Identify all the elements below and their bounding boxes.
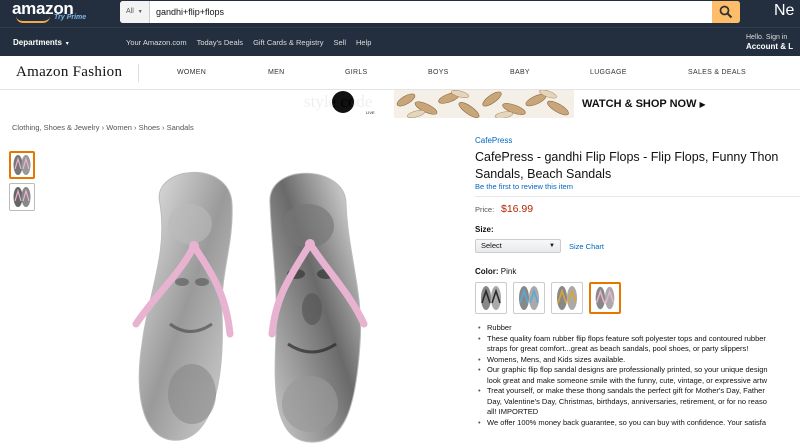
fashion-tab-baby[interactable]: BABY bbox=[510, 69, 530, 76]
header-right-text[interactable]: Ne bbox=[774, 2, 794, 20]
size-dropdown-value: Select bbox=[481, 241, 502, 250]
thumbnail-1[interactable] bbox=[9, 151, 35, 179]
search-button[interactable] bbox=[712, 1, 740, 23]
account-label: Account & L bbox=[746, 42, 794, 51]
feature-bullet: Womens, Mens, and Kids sizes available. bbox=[475, 355, 800, 366]
fashion-tab-girls[interactable]: GIRLS bbox=[345, 69, 368, 76]
top-bar: amazon Try Prime All ▼ Ne bbox=[0, 0, 800, 27]
thumbnail-2[interactable] bbox=[9, 183, 35, 211]
flip-flop-swatch-image bbox=[481, 286, 501, 310]
price-value: $16.99 bbox=[501, 203, 534, 215]
breadcrumb-item[interactable]: Women bbox=[106, 123, 132, 132]
chevron-down-icon: ▾ bbox=[64, 41, 69, 47]
feature-bullet: Treat yourself, or make these thong sand… bbox=[475, 386, 800, 397]
breadcrumb-item[interactable]: Shoes bbox=[139, 123, 160, 132]
banner-sandals-image bbox=[394, 90, 574, 118]
color-label-key: Color: bbox=[475, 267, 499, 276]
search-category-label: All bbox=[126, 8, 134, 15]
logo-smile-icon bbox=[16, 16, 50, 23]
search-bar: All ▼ bbox=[120, 1, 740, 23]
nav-links: Your Amazon.com Today's Deals Gift Cards… bbox=[126, 38, 381, 47]
chevron-down-icon: ▼ bbox=[137, 9, 143, 15]
feature-bullet: These quality foam rubber flip flops fea… bbox=[475, 334, 800, 345]
fashion-tab-men[interactable]: MEN bbox=[268, 69, 284, 76]
product-title-line-1: CafePress - gandhi Flip Flops - Flip Flo… bbox=[475, 150, 779, 164]
account-greeting: Hello. Sign in bbox=[746, 34, 788, 41]
account-menu[interactable]: Hello. Sign in Account & L bbox=[746, 33, 793, 51]
color-swatch-yellow[interactable] bbox=[551, 282, 583, 314]
flip-flop-thumbnail-image bbox=[13, 155, 31, 175]
fashion-tab-boys[interactable]: BOYS bbox=[428, 69, 449, 76]
product-image[interactable] bbox=[120, 164, 380, 448]
fashion-tab-sales-deals[interactable]: SALES & DEALS bbox=[688, 69, 746, 76]
brand-link[interactable]: CafePress bbox=[475, 136, 512, 145]
banner-brand-sub: LIVE bbox=[366, 110, 375, 115]
nav-link-todays-deals[interactable]: Today's Deals bbox=[197, 38, 243, 47]
try-prime-link[interactable]: Try Prime bbox=[54, 14, 86, 21]
banner-cta-text: WATCH & SHOP NOW bbox=[582, 98, 697, 110]
amazon-fashion-logo[interactable]: Amazon Fashion bbox=[16, 64, 122, 81]
divider bbox=[138, 64, 139, 82]
feature-bullet: Rubber bbox=[475, 323, 800, 334]
review-link[interactable]: Be the first to review this item bbox=[475, 182, 573, 191]
size-chart-link[interactable]: Size Chart bbox=[569, 242, 604, 251]
amazon-logo[interactable]: amazon Try Prime bbox=[12, 0, 102, 27]
nav-link-your-amazon[interactable]: Your Amazon.com bbox=[126, 38, 187, 47]
nav-bar: Departments ▾ Your Amazon.com Today's De… bbox=[0, 27, 800, 56]
banner-brand: style code bbox=[304, 92, 372, 112]
departments-label: Departments bbox=[13, 38, 62, 47]
search-input[interactable] bbox=[156, 1, 696, 23]
feature-bullet-continuation: Day, Valentine's Day, Christmas, birthda… bbox=[487, 396, 767, 406]
breadcrumb-item[interactable]: Clothing, Shoes & Jewelry bbox=[12, 123, 100, 132]
size-label: Size: bbox=[475, 225, 494, 234]
feature-bullet-continuation: straps for great comfort...great as beac… bbox=[487, 344, 749, 353]
color-swatch-black[interactable] bbox=[475, 282, 507, 314]
nav-link-gift-cards[interactable]: Gift Cards & Registry bbox=[253, 38, 323, 47]
flip-flop-swatch-image bbox=[557, 286, 577, 310]
size-dropdown[interactable]: Select ▼ bbox=[475, 239, 561, 253]
flip-flop-thumbnail-image bbox=[13, 187, 31, 207]
color-swatch-pink[interactable] bbox=[589, 282, 621, 314]
feature-bullet-continuation: all! IMPORTED bbox=[487, 407, 539, 416]
search-icon bbox=[719, 5, 733, 19]
breadcrumb-item[interactable]: Sandals bbox=[167, 123, 194, 132]
nav-link-help[interactable]: Help bbox=[356, 38, 371, 47]
color-label: Color: Pink bbox=[475, 267, 516, 276]
nav-link-sell[interactable]: Sell bbox=[334, 38, 347, 47]
banner-cta[interactable]: WATCH & SHOP NOW ▶ bbox=[582, 98, 706, 110]
fashion-tab-women[interactable]: WOMEN bbox=[177, 69, 206, 76]
flip-flop-swatch-image bbox=[519, 286, 539, 310]
feature-bullet: We offer 100% money back guarantee, so y… bbox=[475, 418, 800, 429]
banner-brand-text: style code bbox=[304, 92, 373, 111]
color-swatch-blue[interactable] bbox=[513, 282, 545, 314]
fashion-tab-luggage[interactable]: LUGGAGE bbox=[590, 69, 627, 76]
price-label: Price: bbox=[475, 205, 495, 214]
flip-flop-swatch-image bbox=[595, 286, 615, 310]
breadcrumb: Clothing, Shoes & Jewelry › Women › Shoe… bbox=[12, 123, 194, 132]
divider bbox=[475, 196, 800, 197]
feature-bullet-continuation: look great and make someone smile with t… bbox=[487, 375, 768, 385]
feature-bullets: Rubber These quality foam rubber flip fl… bbox=[475, 323, 800, 428]
chevron-right-icon: ▶ bbox=[699, 100, 706, 109]
fashion-nav: Amazon Fashion WOMEN MEN GIRLS BOYS BABY… bbox=[0, 56, 800, 90]
search-category-dropdown[interactable]: All ▼ bbox=[120, 1, 150, 23]
departments-menu[interactable]: Departments ▾ bbox=[13, 38, 69, 47]
product-title-line-2: Sandals, Beach Sandals bbox=[475, 167, 612, 181]
promo-banner[interactable]: style code LIVE WATCH & SHOP NOW ▶ bbox=[304, 90, 724, 118]
product-title: CafePress - gandhi Flip Flops - Flip Flo… bbox=[475, 149, 800, 183]
feature-bullet: Our graphic flip flop sandal designs are… bbox=[475, 365, 800, 376]
chevron-down-icon: ▼ bbox=[549, 243, 555, 249]
color-value: Pink bbox=[500, 267, 517, 276]
